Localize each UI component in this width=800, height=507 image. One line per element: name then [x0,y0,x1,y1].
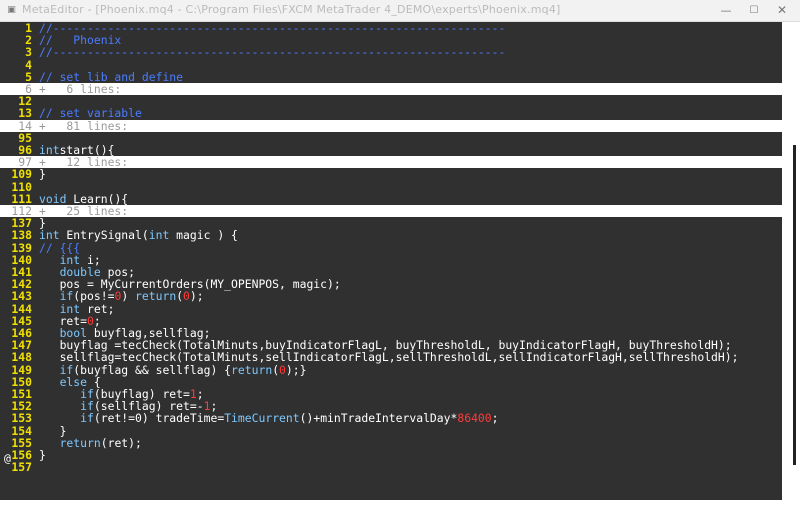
code-line[interactable]: 3 //-------------------------------------… [0,46,782,58]
code-line[interactable]: 139// {{{ [0,240,782,255]
folded-code-line[interactable]: 14 + 81 lines: [0,118,782,133]
code-editor[interactable]: 1//-------------------------------------… [0,22,782,500]
code-line[interactable]: 109} [0,168,782,180]
code-text: //--------------------------------------… [39,46,505,58]
code-token: ); [189,289,204,304]
line-number: 144 [11,301,32,316]
code-token: ()+minTradeIntervalDay* [299,411,458,426]
number-token: 0 [183,289,190,304]
code-line[interactable]: 138 int EntrySignal(int magic ) { [0,229,782,241]
code-text: } [39,449,46,461]
keyword-token: int [148,228,170,243]
keyword-token: return [59,435,101,450]
code-text: + 6 lines: [39,83,121,95]
code-text: + 25 lines: [39,205,128,217]
code-text: + 81 lines: [39,118,129,133]
code-line[interactable]: 153 if(ret!=0) tradeTime=TimeCurrent()+m… [0,412,782,424]
code-line[interactable]: 144 int ret; [0,301,782,316]
folded-code-line[interactable]: 112 + 25 lines: [0,205,782,217]
minimize-button[interactable]: — [712,1,740,20]
fold-marker: + 12 lines: [39,155,129,170]
line-number: 154 [11,423,32,438]
line-number: 3 [25,45,32,60]
code-line[interactable]: 143 if(pos!=0) return(0); [0,290,782,302]
line-number: 110 [11,179,32,194]
line-number: 153 [11,411,32,426]
number-token: 86400 [457,411,492,426]
scrollbar-thumb[interactable] [793,145,796,465]
code-token: );} [285,362,307,377]
fold-marker: + 6 lines: [39,82,122,96]
fold-marker: + 25 lines: [39,204,129,218]
bottom-edge [0,500,800,507]
code-token: (ret!=0) tradeTime= [93,411,225,426]
line-number: 138 [11,228,32,243]
maximize-button[interactable]: ☐ [740,1,768,20]
code-line[interactable]: 149 if(buyflag && sellflag) {return(0);} [0,362,782,377]
line-number: 4 [25,57,32,72]
comment-token: //--------------------------------------… [39,45,506,60]
line-number: 109 [11,167,32,182]
line-number: 14 [18,118,32,133]
code-line[interactable]: 156} [0,449,782,461]
code-token: magic ) { [169,228,238,243]
code-token: } [39,448,46,462]
window-title: MetaEditor - [Phoenix.mq4 - C:\Program F… [22,3,561,16]
code-line[interactable]: 95 [0,132,782,144]
title-bar: ▣ MetaEditor - [Phoenix.mq4 - C:\Program… [0,0,800,22]
code-line[interactable]: 157 [0,461,782,473]
code-text: return(ret); [39,437,142,449]
keyword-token: return [231,362,273,377]
folded-code-line[interactable]: 97 + 12 lines: [0,156,782,168]
line-number: 13 [18,106,32,121]
fold-marker: + 81 lines: [39,118,129,133]
code-token: (ret); [100,435,142,450]
keyword-token: if [80,411,94,426]
code-text: } [39,168,46,180]
line-number: 148 [11,350,32,365]
command-line[interactable]: @ [4,452,11,464]
code-text: if(ret!=0) tradeTime=TimeCurrent()+minTr… [39,411,499,426]
keyword-token: TimeCurrent [224,411,300,426]
code-line[interactable]: 155 return(ret); [0,437,782,449]
app-icon: ▣ [7,5,16,15]
number-token: 0 [279,362,286,377]
code-token: ; [491,411,499,426]
code-text: + 12 lines: [39,156,128,168]
line-number: 139 [11,240,32,255]
close-button[interactable]: ✕ [768,1,796,20]
line-number: 149 [11,362,32,377]
code-token: } [39,167,46,182]
folded-code-line[interactable]: 6 + 6 lines: [0,83,782,95]
vertical-scrollbar[interactable] [782,22,800,500]
code-token: ) [121,289,136,304]
line-number: 143 [11,289,32,304]
keyword-token: return [135,289,177,304]
